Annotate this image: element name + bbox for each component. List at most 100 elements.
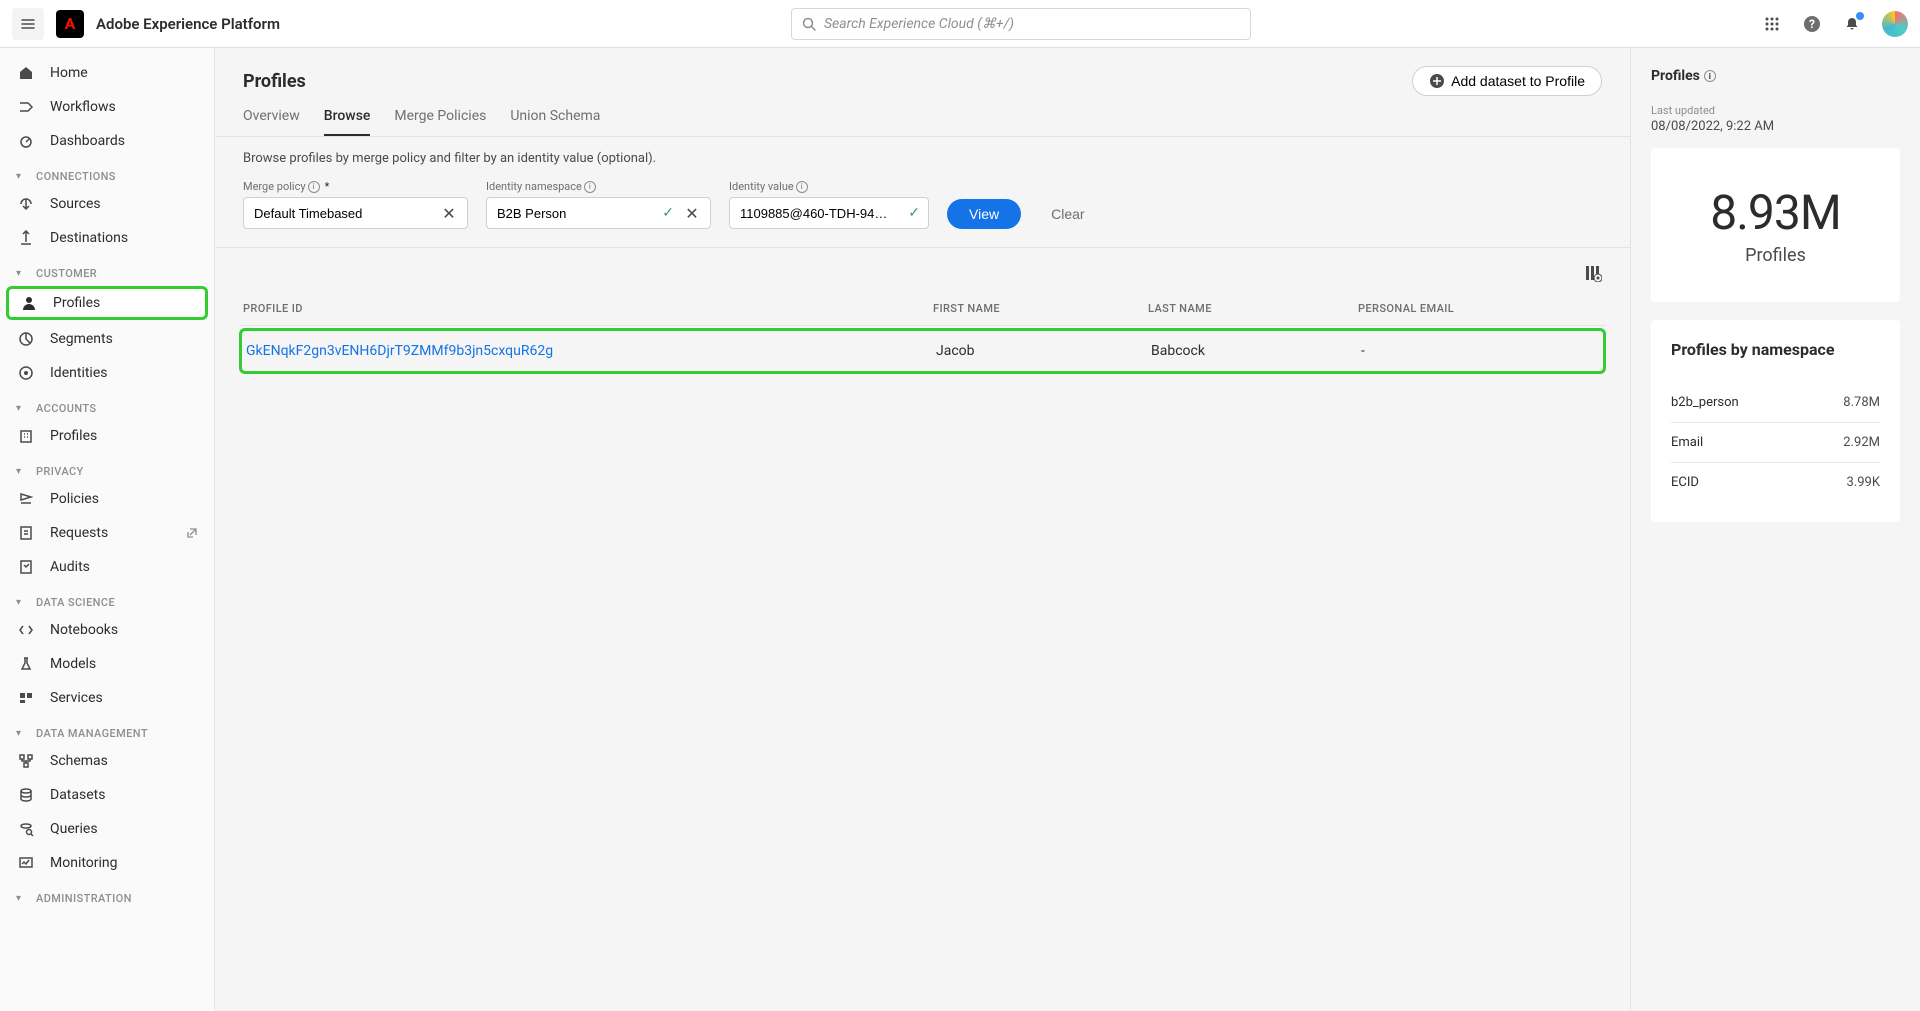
last-name-cell: Babcock: [1151, 343, 1361, 359]
table-row-highlight: GkENqkF2gn3vENH6DjrT9ZMMf9b3jn5cxquR62g …: [239, 328, 1606, 374]
workflows-icon: [16, 99, 36, 115]
identity-namespace-label: Identity namespacei: [486, 180, 711, 193]
browse-description: Browse profiles by merge policy and filt…: [215, 137, 1630, 180]
sidebar-item-identities[interactable]: Identities: [0, 356, 214, 390]
svg-text:?: ?: [1809, 17, 1815, 31]
profiles-stat-card: 8.93M Profiles: [1651, 148, 1900, 302]
help-icon[interactable]: ?: [1802, 14, 1822, 34]
app-title: Adobe Experience Platform: [96, 15, 280, 33]
sidebar: Home Workflows Dashboards ▾Connections S…: [0, 48, 215, 1011]
view-button[interactable]: View: [947, 199, 1021, 229]
services-icon: [16, 690, 36, 706]
sidebar-item-workflows[interactable]: Workflows: [0, 90, 214, 124]
clear-button[interactable]: Clear: [1039, 199, 1096, 229]
sidebar-section-administration[interactable]: ▾Administration: [0, 880, 214, 909]
sidebar-item-models[interactable]: Models: [0, 647, 214, 681]
sidebar-item-notebooks[interactable]: Notebooks: [0, 613, 214, 647]
sidebar-section-accounts[interactable]: ▾Accounts: [0, 390, 214, 419]
identity-value-input[interactable]: [740, 206, 908, 221]
info-icon[interactable]: i: [796, 181, 808, 193]
merge-policy-input[interactable]: [254, 206, 435, 221]
sidebar-item-schemas[interactable]: Schemas: [0, 744, 214, 778]
first-name-cell: Jacob: [936, 343, 1151, 359]
identity-namespace-input[interactable]: [497, 206, 662, 221]
segments-icon: [16, 331, 36, 347]
info-icon[interactable]: i: [308, 181, 320, 193]
namespace-card-title: Profiles by namespace: [1671, 340, 1880, 359]
check-icon: ✓: [662, 205, 674, 221]
flask-icon: [16, 656, 36, 672]
code-icon: [16, 622, 36, 638]
sidebar-item-segments[interactable]: Segments: [0, 322, 214, 356]
identity-value-field[interactable]: ✓: [729, 197, 929, 229]
user-avatar[interactable]: [1882, 11, 1908, 37]
namespace-row: ECID3.99K: [1671, 463, 1880, 502]
sidebar-section-customer[interactable]: ▾Customer: [0, 255, 214, 284]
info-icon[interactable]: i: [584, 181, 596, 193]
info-icon[interactable]: i: [1704, 70, 1716, 82]
tab-browse[interactable]: Browse: [324, 108, 371, 136]
profile-id-link[interactable]: GkENqkF2gn3vENH6DjrT9ZMMf9b3jn5cxquR62g: [246, 343, 936, 359]
hamburger-menu[interactable]: [12, 8, 44, 40]
sidebar-section-data-management[interactable]: ▾Data Management: [0, 715, 214, 744]
sidebar-section-connections[interactable]: ▾Connections: [0, 158, 214, 187]
adobe-logo: A: [56, 10, 84, 38]
chevron-down-icon: ▾: [16, 893, 30, 904]
table-row[interactable]: GkENqkF2gn3vENH6DjrT9ZMMf9b3jn5cxquR62g …: [242, 331, 1603, 371]
apps-icon[interactable]: [1762, 14, 1782, 34]
tab-union-schema[interactable]: Union Schema: [510, 108, 600, 136]
sidebar-item-queries[interactable]: Queries: [0, 812, 214, 846]
tabs: Overview Browse Merge Policies Union Sch…: [215, 96, 1630, 137]
add-dataset-button[interactable]: Add dataset to Profile: [1412, 66, 1602, 96]
column-last-name[interactable]: Last Name: [1148, 302, 1358, 315]
tab-merge-policies[interactable]: Merge Policies: [394, 108, 486, 136]
chevron-down-icon: ▾: [16, 597, 30, 608]
chevron-down-icon: ▾: [16, 268, 30, 279]
chevron-down-icon: ▾: [16, 728, 30, 739]
monitoring-icon: [16, 855, 36, 871]
column-first-name[interactable]: First Name: [933, 302, 1148, 315]
profiles-count-label: Profiles: [1671, 245, 1880, 266]
sidebar-item-requests[interactable]: Requests: [0, 516, 214, 550]
sidebar-item-monitoring[interactable]: Monitoring: [0, 846, 214, 880]
sidebar-item-home[interactable]: Home: [0, 56, 214, 90]
tab-overview[interactable]: Overview: [243, 108, 300, 136]
notification-dot: [1856, 12, 1864, 20]
identities-icon: [16, 365, 36, 381]
table-header: Profile ID First Name Last Name Personal…: [239, 292, 1606, 326]
sidebar-item-services[interactable]: Services: [0, 681, 214, 715]
identity-namespace-picker[interactable]: ✓ ✕: [486, 197, 711, 229]
clear-icon[interactable]: ✕: [678, 204, 706, 223]
clear-icon[interactable]: ✕: [435, 204, 463, 223]
page-title: Profiles: [243, 71, 306, 92]
namespace-row: b2b_person8.78M: [1671, 383, 1880, 423]
sidebar-item-policies[interactable]: Policies: [0, 482, 214, 516]
sidebar-section-privacy[interactable]: ▾Privacy: [0, 453, 214, 482]
global-search[interactable]: Search Experience Cloud (⌘+/): [791, 8, 1251, 40]
filter-row: Merge policyi* ✕ Identity namespacei ✓ ✕: [215, 180, 1630, 248]
merge-policy-label: Merge policyi*: [243, 180, 468, 193]
search-icon: [802, 17, 816, 31]
sidebar-item-account-profiles[interactable]: Profiles: [0, 419, 214, 453]
destinations-icon: [16, 230, 36, 246]
sidebar-item-profiles[interactable]: Profiles: [6, 286, 208, 320]
sidebar-item-datasets[interactable]: Datasets: [0, 778, 214, 812]
sources-icon: [16, 196, 36, 212]
column-personal-email[interactable]: Personal Email: [1358, 302, 1602, 315]
column-profile-id[interactable]: Profile ID: [243, 302, 933, 315]
email-cell: -: [1361, 343, 1599, 359]
sidebar-item-destinations[interactable]: Destinations: [0, 221, 214, 255]
home-icon: [16, 65, 36, 81]
right-panel-title: Profilesi: [1651, 68, 1900, 84]
sidebar-item-dashboards[interactable]: Dashboards: [0, 124, 214, 158]
building-icon: [16, 428, 36, 444]
last-updated-label: Last updated: [1651, 104, 1900, 117]
sidebar-item-audits[interactable]: Audits: [0, 550, 214, 584]
bell-icon[interactable]: [1842, 14, 1862, 34]
merge-policy-picker[interactable]: ✕: [243, 197, 468, 229]
search-placeholder: Search Experience Cloud (⌘+/): [824, 16, 1014, 32]
sidebar-section-data-science[interactable]: ▾Data Science: [0, 584, 214, 613]
profiles-count: 8.93M: [1671, 184, 1880, 241]
sidebar-item-sources[interactable]: Sources: [0, 187, 214, 221]
column-settings-icon[interactable]: [1584, 264, 1602, 282]
